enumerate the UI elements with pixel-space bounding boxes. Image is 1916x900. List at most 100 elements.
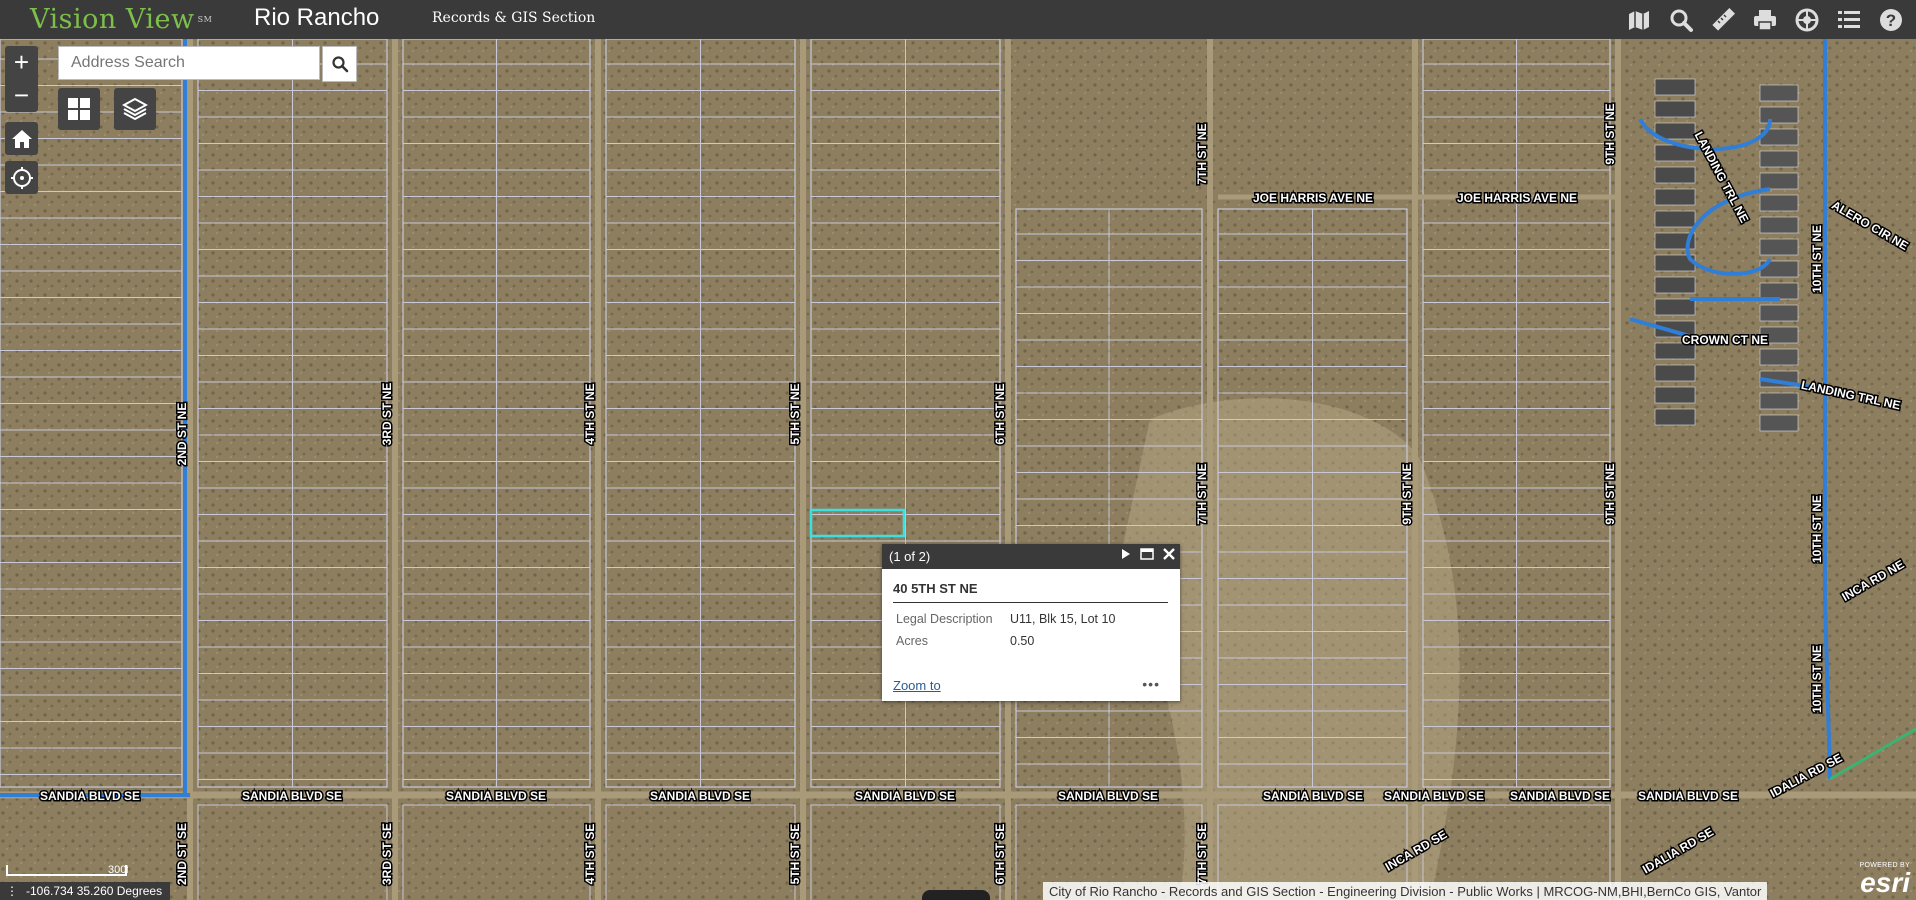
house: [1759, 150, 1799, 168]
more-options-icon[interactable]: •••: [1142, 676, 1160, 692]
locate-button[interactable]: [5, 161, 38, 194]
basemap-gallery-button[interactable]: [58, 88, 100, 130]
toolbar: ?: [1624, 0, 1906, 39]
house: [1654, 166, 1696, 184]
basemap-icon[interactable]: [1792, 5, 1822, 35]
measure-icon[interactable]: [1708, 5, 1738, 35]
street-label: 6TH ST SE: [993, 824, 1007, 885]
street-label: SANDIA BLVD SE: [1384, 789, 1484, 803]
street-label: SANDIA BLVD SE: [446, 789, 546, 803]
logo-text: Vision View: [30, 4, 195, 35]
maximize-icon[interactable]: [1140, 548, 1154, 563]
street-label: SANDIA BLVD SE: [1058, 789, 1158, 803]
map-canvas[interactable]: 2ND ST NE 3RD ST NE 4TH ST NE 5TH ST NE 6TH …: [0, 39, 1916, 900]
street-label: SANDIA BLVD SE: [40, 789, 140, 803]
street-label: JOE HARRIS AVE NE: [1457, 191, 1577, 205]
zoom-in-button[interactable]: +: [5, 46, 38, 79]
street-label: 6TH ST NE: [993, 383, 1007, 444]
street-label: SANDIA BLVD SE: [242, 789, 342, 803]
house: [1759, 414, 1799, 432]
print-icon[interactable]: [1750, 5, 1780, 35]
street-label: SANDIA BLVD SE: [1510, 789, 1610, 803]
scale-label: 300ft: [108, 864, 128, 876]
street-label: 3RD ST SE: [380, 823, 394, 885]
close-icon[interactable]: [1162, 547, 1176, 564]
esri-logo: POWERED BY esri: [1860, 862, 1910, 897]
house: [1759, 238, 1799, 256]
field-label: Acres: [896, 634, 928, 648]
popup-divider: [893, 602, 1168, 603]
home-button[interactable]: [5, 122, 38, 155]
street-label: 2ND ST NE: [175, 403, 189, 466]
coordinate-readout: ⋮ -106.734 35.260 Degrees: [0, 882, 171, 900]
layers-icon: [122, 97, 148, 121]
house: [1654, 188, 1696, 206]
map-view[interactable]: 2ND ST NE 3RD ST NE 4TH ST NE 5TH ST NE 6TH …: [0, 39, 1916, 900]
section-title: Records & GIS Section: [432, 10, 596, 26]
feature-popup: (1 of 2) 40 5TH ST NE Legal Description U…: [882, 544, 1180, 701]
street-label: 7TH ST NE: [1195, 123, 1209, 184]
street-label: 5TH ST SE: [788, 824, 802, 885]
city-title: Rio Rancho: [254, 4, 380, 31]
layers-button[interactable]: [114, 88, 156, 130]
field-label: Legal Description: [896, 612, 993, 626]
house: [1654, 100, 1696, 118]
map-book-icon[interactable]: [1624, 5, 1654, 35]
street-label: 3RD ST NE: [380, 383, 394, 446]
address-search-input[interactable]: [58, 46, 320, 80]
street-label: 5TH ST NE: [788, 383, 802, 444]
house: [1654, 298, 1696, 316]
house: [1759, 84, 1799, 102]
house: [1654, 210, 1696, 228]
search-icon[interactable]: [1666, 5, 1696, 35]
popup-header: (1 of 2): [882, 544, 1180, 569]
map-attribution: City of Rio Rancho - Records and GIS Sec…: [1043, 882, 1768, 900]
street-label: SANDIA BLVD SE: [1638, 789, 1738, 803]
house: [1654, 78, 1696, 96]
search-button[interactable]: [322, 46, 357, 82]
popup-title: 40 5TH ST NE: [893, 581, 978, 596]
popup-field-acres: Acres 0.50: [896, 634, 1034, 648]
house: [1759, 392, 1799, 410]
panel-handle[interactable]: [922, 890, 990, 900]
field-value: U11, Blk 15, Lot 10: [1010, 612, 1116, 626]
help-icon[interactable]: ?: [1876, 5, 1906, 35]
home-icon: [11, 129, 32, 148]
house: [1759, 348, 1799, 366]
street-label: 4TH ST SE: [583, 824, 597, 885]
house: [1654, 408, 1696, 426]
street-label: 9TH ST NE: [1603, 103, 1617, 164]
aerial-imagery: [0, 39, 1916, 900]
svg-text:?: ?: [1886, 11, 1896, 30]
street-label: 9TH ST NE: [1603, 463, 1617, 524]
coordinate-icon[interactable]: ⋮: [6, 884, 18, 898]
layer-list-icon[interactable]: [1834, 5, 1864, 35]
street-label: 10TH ST NE: [1810, 495, 1824, 563]
search-icon: [331, 56, 348, 73]
street-label: 7TH ST NE: [1195, 463, 1209, 524]
popup-counter: (1 of 2): [889, 549, 931, 564]
zoom-out-button[interactable]: −: [5, 79, 38, 112]
house: [1654, 386, 1696, 404]
street-label: 7TH ST SE: [1195, 824, 1209, 885]
logo-sup: SM: [197, 15, 213, 24]
house: [1654, 364, 1696, 382]
street-label: 2ND ST SE: [175, 823, 189, 885]
house: [1759, 106, 1799, 124]
house: [1759, 216, 1799, 234]
street-label: JOE HARRIS AVE NE: [1253, 191, 1373, 205]
street-label: 10TH ST NE: [1810, 645, 1824, 713]
zoom-to-link[interactable]: Zoom to: [893, 678, 941, 693]
locate-icon: [10, 166, 33, 189]
coordinate-text: -106.734 35.260 Degrees: [26, 884, 163, 898]
field-value: 0.50: [1010, 634, 1035, 648]
scale-bar: 300ft: [6, 864, 128, 876]
street-label: 4TH ST NE: [583, 383, 597, 444]
app-header: Vision View SM Rio Rancho Records & GIS …: [0, 0, 1916, 39]
next-feature-icon[interactable]: [1120, 548, 1132, 563]
house: [1759, 304, 1799, 322]
house: [1654, 276, 1696, 294]
house: [1759, 172, 1799, 190]
house: [1759, 282, 1799, 300]
vision-view-logo: Vision View SM: [30, 0, 212, 39]
